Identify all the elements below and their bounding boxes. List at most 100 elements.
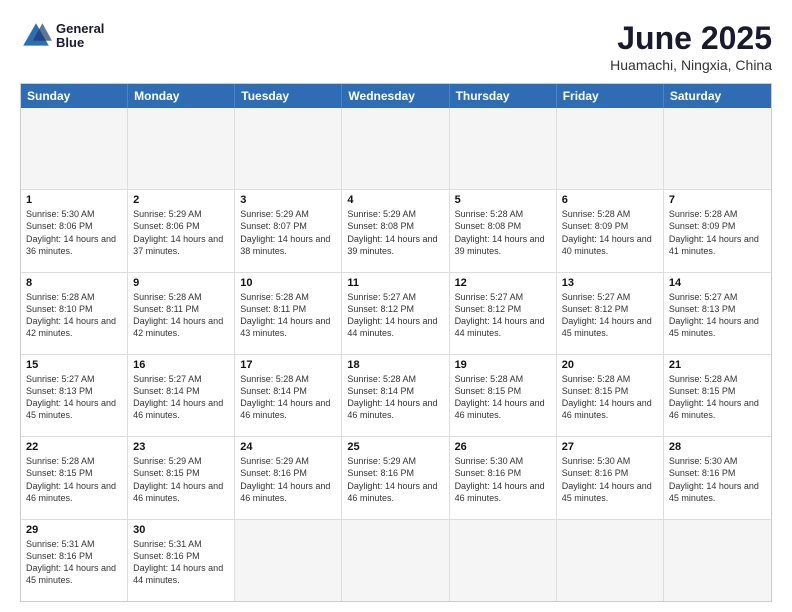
cal-cell-4-4: 26 Sunrise: 5:30 AM Sunset: 8:16 PM Dayl… (450, 437, 557, 518)
cal-cell-5-0: 29 Sunrise: 5:31 AM Sunset: 8:16 PM Dayl… (21, 520, 128, 601)
day-number: 24 (240, 441, 336, 453)
day-info: Sunrise: 5:29 AM Sunset: 8:16 PM Dayligh… (347, 455, 443, 504)
cal-cell-2-3: 11 Sunrise: 5:27 AM Sunset: 8:12 PM Dayl… (342, 273, 449, 354)
day-info: Sunrise: 5:29 AM Sunset: 8:15 PM Dayligh… (133, 455, 229, 504)
cal-cell-3-6: 21 Sunrise: 5:28 AM Sunset: 8:15 PM Dayl… (664, 355, 771, 436)
day-number: 20 (562, 359, 658, 371)
day-number: 21 (669, 359, 766, 371)
cal-cell-5-1: 30 Sunrise: 5:31 AM Sunset: 8:16 PM Dayl… (128, 520, 235, 601)
day-info: Sunrise: 5:28 AM Sunset: 8:08 PM Dayligh… (455, 208, 551, 257)
cal-cell-1-2: 3 Sunrise: 5:29 AM Sunset: 8:07 PM Dayli… (235, 190, 342, 271)
col-wednesday: Wednesday (342, 84, 449, 108)
cal-row-0 (21, 108, 771, 190)
cal-row-5: 29 Sunrise: 5:31 AM Sunset: 8:16 PM Dayl… (21, 520, 771, 601)
day-number: 17 (240, 359, 336, 371)
day-info: Sunrise: 5:27 AM Sunset: 8:13 PM Dayligh… (26, 373, 122, 422)
day-info: Sunrise: 5:27 AM Sunset: 8:14 PM Dayligh… (133, 373, 229, 422)
day-number: 29 (26, 524, 122, 536)
day-number: 22 (26, 441, 122, 453)
cal-cell-2-4: 12 Sunrise: 5:27 AM Sunset: 8:12 PM Dayl… (450, 273, 557, 354)
day-number: 9 (133, 277, 229, 289)
day-number: 3 (240, 194, 336, 206)
cal-cell-3-5: 20 Sunrise: 5:28 AM Sunset: 8:15 PM Dayl… (557, 355, 664, 436)
cal-cell-5-6 (664, 520, 771, 601)
calendar: Sunday Monday Tuesday Wednesday Thursday… (20, 83, 772, 602)
cal-row-1: 1 Sunrise: 5:30 AM Sunset: 8:06 PM Dayli… (21, 190, 771, 272)
day-number: 10 (240, 277, 336, 289)
day-info: Sunrise: 5:30 AM Sunset: 8:16 PM Dayligh… (455, 455, 551, 504)
cal-cell-4-0: 22 Sunrise: 5:28 AM Sunset: 8:15 PM Dayl… (21, 437, 128, 518)
cal-cell-1-1: 2 Sunrise: 5:29 AM Sunset: 8:06 PM Dayli… (128, 190, 235, 271)
day-info: Sunrise: 5:28 AM Sunset: 8:09 PM Dayligh… (669, 208, 766, 257)
day-number: 4 (347, 194, 443, 206)
calendar-subtitle: Huamachi, Ningxia, China (610, 57, 772, 73)
cal-cell-0-4 (450, 108, 557, 189)
day-number: 5 (455, 194, 551, 206)
logo: General Blue (20, 20, 104, 52)
cal-cell-3-4: 19 Sunrise: 5:28 AM Sunset: 8:15 PM Dayl… (450, 355, 557, 436)
cal-cell-5-5 (557, 520, 664, 601)
day-number: 2 (133, 194, 229, 206)
logo-line1: General (56, 22, 104, 36)
day-info: Sunrise: 5:30 AM Sunset: 8:16 PM Dayligh… (669, 455, 766, 504)
cal-cell-3-0: 15 Sunrise: 5:27 AM Sunset: 8:13 PM Dayl… (21, 355, 128, 436)
cal-cell-5-3 (342, 520, 449, 601)
day-number: 19 (455, 359, 551, 371)
day-info: Sunrise: 5:31 AM Sunset: 8:16 PM Dayligh… (26, 538, 122, 587)
cal-cell-0-5 (557, 108, 664, 189)
day-info: Sunrise: 5:28 AM Sunset: 8:11 PM Dayligh… (133, 291, 229, 340)
logo-text: General Blue (56, 22, 104, 51)
day-number: 11 (347, 277, 443, 289)
cal-row-2: 8 Sunrise: 5:28 AM Sunset: 8:10 PM Dayli… (21, 273, 771, 355)
cal-cell-2-2: 10 Sunrise: 5:28 AM Sunset: 8:11 PM Dayl… (235, 273, 342, 354)
col-tuesday: Tuesday (235, 84, 342, 108)
day-number: 14 (669, 277, 766, 289)
cal-cell-3-2: 17 Sunrise: 5:28 AM Sunset: 8:14 PM Dayl… (235, 355, 342, 436)
cal-cell-0-6 (664, 108, 771, 189)
calendar-header: Sunday Monday Tuesday Wednesday Thursday… (21, 84, 771, 108)
cal-cell-2-0: 8 Sunrise: 5:28 AM Sunset: 8:10 PM Dayli… (21, 273, 128, 354)
day-number: 25 (347, 441, 443, 453)
cal-cell-0-0 (21, 108, 128, 189)
cal-cell-1-0: 1 Sunrise: 5:30 AM Sunset: 8:06 PM Dayli… (21, 190, 128, 271)
day-number: 1 (26, 194, 122, 206)
title-block: June 2025 Huamachi, Ningxia, China (610, 20, 772, 73)
cal-cell-4-5: 27 Sunrise: 5:30 AM Sunset: 8:16 PM Dayl… (557, 437, 664, 518)
day-info: Sunrise: 5:28 AM Sunset: 8:14 PM Dayligh… (240, 373, 336, 422)
day-info: Sunrise: 5:28 AM Sunset: 8:14 PM Dayligh… (347, 373, 443, 422)
cal-cell-2-1: 9 Sunrise: 5:28 AM Sunset: 8:11 PM Dayli… (128, 273, 235, 354)
day-number: 16 (133, 359, 229, 371)
day-number: 28 (669, 441, 766, 453)
header: General Blue June 2025 Huamachi, Ningxia… (20, 20, 772, 73)
cal-cell-1-6: 7 Sunrise: 5:28 AM Sunset: 8:09 PM Dayli… (664, 190, 771, 271)
day-info: Sunrise: 5:28 AM Sunset: 8:15 PM Dayligh… (562, 373, 658, 422)
col-thursday: Thursday (450, 84, 557, 108)
day-info: Sunrise: 5:29 AM Sunset: 8:06 PM Dayligh… (133, 208, 229, 257)
day-info: Sunrise: 5:27 AM Sunset: 8:12 PM Dayligh… (455, 291, 551, 340)
cal-cell-4-3: 25 Sunrise: 5:29 AM Sunset: 8:16 PM Dayl… (342, 437, 449, 518)
day-info: Sunrise: 5:28 AM Sunset: 8:10 PM Dayligh… (26, 291, 122, 340)
cal-row-3: 15 Sunrise: 5:27 AM Sunset: 8:13 PM Dayl… (21, 355, 771, 437)
day-number: 26 (455, 441, 551, 453)
col-sunday: Sunday (21, 84, 128, 108)
calendar-body: 1 Sunrise: 5:30 AM Sunset: 8:06 PM Dayli… (21, 108, 771, 601)
cal-cell-4-1: 23 Sunrise: 5:29 AM Sunset: 8:15 PM Dayl… (128, 437, 235, 518)
day-info: Sunrise: 5:28 AM Sunset: 8:11 PM Dayligh… (240, 291, 336, 340)
col-saturday: Saturday (664, 84, 771, 108)
cal-cell-5-2 (235, 520, 342, 601)
day-info: Sunrise: 5:31 AM Sunset: 8:16 PM Dayligh… (133, 538, 229, 587)
cal-cell-4-6: 28 Sunrise: 5:30 AM Sunset: 8:16 PM Dayl… (664, 437, 771, 518)
day-number: 18 (347, 359, 443, 371)
day-info: Sunrise: 5:28 AM Sunset: 8:09 PM Dayligh… (562, 208, 658, 257)
day-info: Sunrise: 5:29 AM Sunset: 8:16 PM Dayligh… (240, 455, 336, 504)
cal-cell-1-4: 5 Sunrise: 5:28 AM Sunset: 8:08 PM Dayli… (450, 190, 557, 271)
day-number: 15 (26, 359, 122, 371)
cal-cell-3-3: 18 Sunrise: 5:28 AM Sunset: 8:14 PM Dayl… (342, 355, 449, 436)
cal-cell-2-5: 13 Sunrise: 5:27 AM Sunset: 8:12 PM Dayl… (557, 273, 664, 354)
calendar-title: June 2025 (610, 20, 772, 57)
day-info: Sunrise: 5:27 AM Sunset: 8:13 PM Dayligh… (669, 291, 766, 340)
day-info: Sunrise: 5:27 AM Sunset: 8:12 PM Dayligh… (347, 291, 443, 340)
cal-cell-5-4 (450, 520, 557, 601)
cal-cell-4-2: 24 Sunrise: 5:29 AM Sunset: 8:16 PM Dayl… (235, 437, 342, 518)
page: General Blue June 2025 Huamachi, Ningxia… (0, 0, 792, 612)
